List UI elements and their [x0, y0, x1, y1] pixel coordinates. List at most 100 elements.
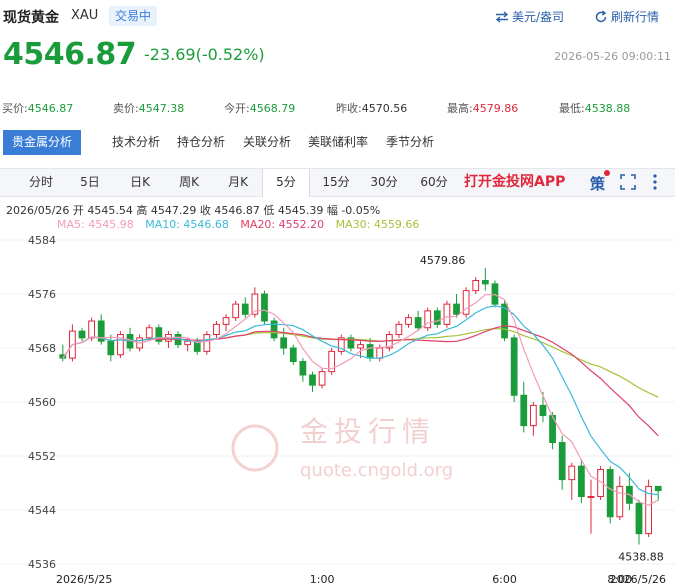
candle-body	[318, 371, 326, 386]
quote-datetime: 2026-05-26 09:00:11	[554, 50, 671, 63]
instrument-title: 现货黄金	[3, 10, 59, 26]
low-annotation: 4538.88	[618, 551, 664, 564]
candle-body	[529, 404, 537, 427]
refresh-icon	[595, 9, 607, 22]
candle-body	[78, 330, 86, 339]
candle-body	[587, 496, 595, 498]
candle-body	[405, 317, 412, 325]
tab-period-5d[interactable]: 5日	[70, 169, 110, 196]
high-quote: 最高:4579.86	[447, 100, 518, 116]
bid-label: 买价:	[2, 102, 28, 115]
tab-positions[interactable]: 持仓分析	[177, 130, 225, 155]
candle-body	[280, 337, 288, 349]
bid-value: 4546.87	[27, 102, 74, 115]
high-value: 4579.86	[472, 102, 519, 115]
bid-quote: 买价:4546.87	[2, 100, 73, 116]
quote-header: 现货黄金 XAU 交易中 美元/盎司 刷新行情	[0, 0, 675, 34]
x-tick-label: 6:00	[492, 573, 517, 586]
candle-body	[241, 303, 249, 315]
y-tick-label: 4544	[28, 504, 56, 517]
refresh-button[interactable]: 刷新行情	[594, 8, 659, 25]
tab-period-60min[interactable]: 60分	[414, 169, 454, 196]
low-label: 最低:	[559, 102, 585, 115]
candle-body	[568, 465, 576, 481]
x-tick-label: 2026/5/26	[610, 573, 666, 586]
price-change: -23.69(-0.52%)	[144, 45, 265, 64]
candle-body	[443, 303, 451, 325]
candle-body	[145, 327, 153, 339]
candles	[59, 267, 662, 545]
candle-body	[635, 502, 643, 535]
candle-body	[433, 310, 441, 325]
candle-body	[357, 344, 364, 349]
tab-correlation[interactable]: 关联分析	[243, 130, 291, 155]
candle-body	[222, 317, 230, 325]
unit-switch-label: 美元/盎司	[512, 10, 565, 24]
candle-body	[107, 340, 115, 356]
candle-body	[510, 337, 518, 396]
low-quote: 最低:4538.88	[559, 100, 630, 116]
open-label: 今开:	[224, 102, 250, 115]
candle-body	[520, 394, 528, 427]
y-tick-label: 4552	[28, 450, 56, 463]
y-tick-label: 4560	[28, 396, 56, 409]
strategy-button[interactable]: 策	[590, 173, 605, 194]
candle-body	[232, 303, 240, 319]
instrument-code: XAU	[71, 8, 99, 23]
prev-close-quote: 昨收:4570.56	[336, 100, 407, 116]
x-tick-label: 1:00	[310, 573, 335, 586]
candle-body	[472, 280, 480, 292]
tab-period-5min[interactable]: 5分	[262, 169, 310, 197]
tab-period-30min[interactable]: 30分	[364, 169, 404, 196]
open-app-link[interactable]: 打开金投网APP	[464, 169, 565, 196]
candle-body	[213, 323, 220, 335]
candle-body	[299, 361, 307, 376]
tab-precious-metals[interactable]: 贵金属分析	[3, 130, 82, 155]
candlestick-chart[interactable]: 4584 4576 4568 4560 4552 4544 4536 金投行情 quote.c…	[0, 228, 675, 588]
high-label: 最高:	[447, 102, 473, 115]
ask-quote: 卖价:4547.38	[113, 100, 184, 116]
open-value: 4568.79	[249, 102, 296, 115]
refresh-label: 刷新行情	[611, 10, 660, 24]
y-tick-label: 4568	[28, 342, 56, 355]
candle-body	[481, 280, 489, 285]
ask-label: 卖价:	[113, 102, 139, 115]
low-value: 4538.88	[584, 102, 631, 115]
candle-body	[289, 347, 297, 362]
candle-body	[491, 283, 499, 305]
prev-close-label: 昨收:	[336, 102, 362, 115]
candle-body	[654, 485, 662, 492]
ask-value: 4547.38	[138, 102, 185, 115]
watermark-text: 金投行情	[300, 415, 436, 448]
tab-period-daily[interactable]: 日K	[120, 169, 160, 196]
candle-body	[616, 485, 624, 518]
more-vertical-icon[interactable]	[652, 173, 658, 195]
analysis-tabs: 贵金属分析 技术分析 持仓分析 关联分析 美联储利率 季节分析	[0, 130, 675, 156]
unit-switch-button[interactable]: 美元/盎司	[495, 8, 564, 25]
fullscreen-icon[interactable]	[620, 174, 636, 194]
candle-body	[606, 469, 614, 518]
tab-technical[interactable]: 技术分析	[112, 130, 160, 155]
tab-period-weekly[interactable]: 周K	[168, 169, 210, 196]
tab-seasonal[interactable]: 季节分析	[386, 130, 434, 155]
candle-body	[539, 404, 547, 416]
watermark-url: quote.cngold.org	[300, 460, 453, 481]
candle-body	[309, 374, 316, 386]
x-tick-label: 2026/5/25	[56, 573, 112, 586]
tab-period-timeshare[interactable]: 分时	[20, 169, 62, 196]
watermark-logo	[231, 424, 279, 472]
trading-status-badge: 交易中	[109, 6, 158, 26]
candle-body	[577, 465, 585, 497]
y-tick-label: 4576	[28, 288, 56, 301]
candle-body	[203, 334, 211, 352]
prev-close-value: 4570.56	[361, 102, 408, 115]
high-annotation: 4579.86	[420, 254, 466, 267]
tab-period-monthly[interactable]: 月K	[217, 169, 259, 196]
tab-fed-rate[interactable]: 美联储利率	[308, 130, 368, 155]
candle-body	[376, 347, 384, 359]
tab-period-15min[interactable]: 15分	[316, 169, 356, 196]
open-quote: 今开:4568.79	[224, 100, 295, 116]
candle-body	[184, 340, 192, 346]
y-tick-label: 4584	[28, 234, 56, 247]
last-price: 4546.87	[3, 37, 137, 72]
